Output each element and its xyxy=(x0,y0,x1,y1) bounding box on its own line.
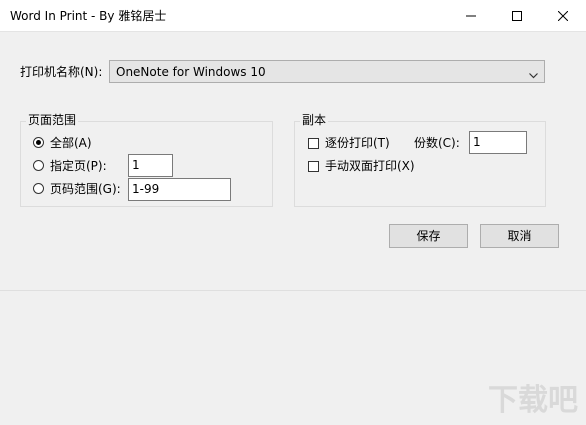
cancel-button[interactable]: 取消 xyxy=(480,224,559,248)
close-button[interactable] xyxy=(540,0,586,31)
watermark-logo: 下载吧 xyxy=(488,383,578,418)
chevron-down-icon xyxy=(529,68,538,82)
close-icon xyxy=(558,10,568,21)
radio-all-label: 全部(A) xyxy=(50,136,92,150)
copies-title: 副本 xyxy=(300,113,329,127)
title-bar: Word In Print - By 雅铭居士 xyxy=(0,0,586,32)
minimize-button[interactable] xyxy=(448,0,494,31)
window-title: Word In Print - By 雅铭居士 xyxy=(10,9,167,23)
page-range-input[interactable]: 1-99 xyxy=(128,178,231,201)
maximize-button[interactable] xyxy=(494,0,540,31)
page-range-title: 页面范围 xyxy=(26,113,79,127)
divider xyxy=(0,290,586,291)
radio-specific-page-label: 指定页(P): xyxy=(50,159,107,173)
collate-checkbox[interactable] xyxy=(308,138,319,149)
radio-specific-page[interactable] xyxy=(33,160,44,171)
minimize-icon xyxy=(466,11,476,21)
duplex-checkbox[interactable] xyxy=(308,161,319,172)
collate-label: 逐份打印(T) xyxy=(325,136,390,150)
save-button[interactable]: 保存 xyxy=(389,224,468,248)
radio-all[interactable] xyxy=(33,137,44,148)
printer-name-label: 打印机名称(N): xyxy=(20,65,103,79)
duplex-label: 手动双面打印(X) xyxy=(325,159,415,173)
radio-page-range[interactable] xyxy=(33,183,44,194)
printer-select[interactable]: OneNote for Windows 10 xyxy=(109,60,545,83)
printer-select-value: OneNote for Windows 10 xyxy=(116,65,266,79)
maximize-icon xyxy=(512,10,522,21)
radio-page-range-label: 页码范围(G): xyxy=(50,182,121,196)
copies-count-input[interactable]: 1 xyxy=(469,131,527,154)
specific-page-input[interactable]: 1 xyxy=(128,154,173,177)
copies-count-label: 份数(C): xyxy=(414,136,460,150)
radio-selected-dot xyxy=(36,140,41,145)
